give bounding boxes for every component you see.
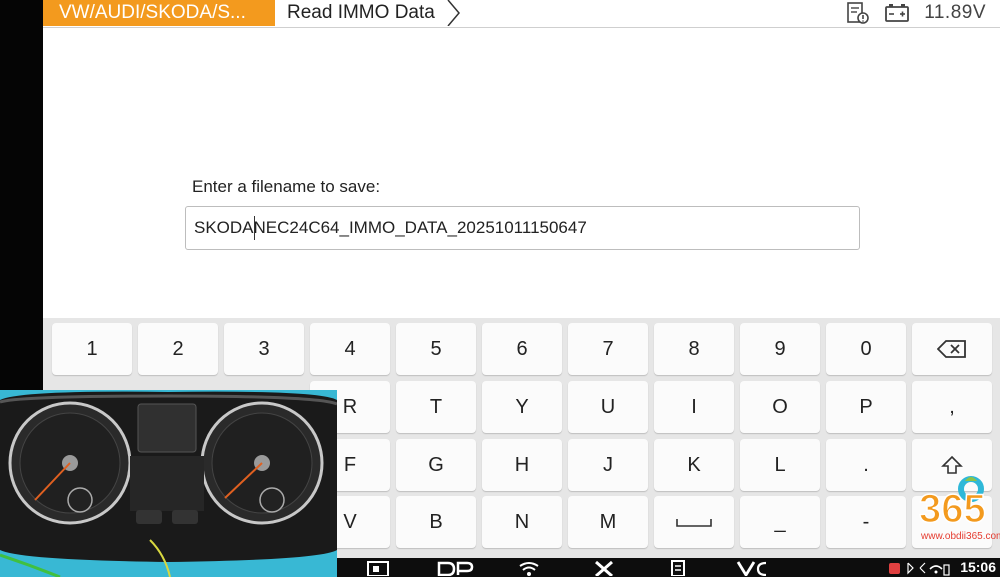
report-icon[interactable] (844, 1, 870, 25)
key-8[interactable]: 8 (654, 323, 734, 375)
key-U[interactable]: U (568, 381, 648, 433)
screen: VW/AUDI/SKODA/S... Read IMMO Data 11.89V… (0, 0, 1000, 577)
header-status: 11.89V (844, 0, 986, 26)
voltage-readout: 11.89V (924, 2, 986, 23)
key-3[interactable]: 3 (224, 323, 304, 375)
vci-icon[interactable] (736, 560, 770, 576)
breadcrumb-1-arrow (262, 0, 272, 26)
key-1[interactable]: 1 (52, 323, 132, 375)
key-comma[interactable]: , (912, 381, 992, 433)
space-icon (676, 519, 712, 527)
key-I[interactable]: I (654, 381, 734, 433)
key-L[interactable]: L (740, 439, 820, 491)
key-hyphen[interactable]: - (826, 496, 906, 548)
backspace-key[interactable] (912, 323, 992, 375)
watermark-logo-text: 365 (919, 487, 986, 531)
key-4[interactable]: 4 (310, 323, 390, 375)
battery-icon (885, 4, 910, 22)
text-cursor (254, 216, 255, 240)
dp-icon[interactable] (436, 560, 474, 576)
status-icons (889, 562, 950, 576)
filename-input[interactable] (185, 206, 860, 250)
key-0[interactable]: 0 (826, 323, 906, 375)
filename-label: Enter a filename to save: (192, 177, 381, 196)
key-K[interactable]: K (654, 439, 734, 491)
key-6[interactable]: 6 (482, 323, 562, 375)
backspace-icon (937, 340, 966, 358)
status-clock: 15:06 (960, 559, 996, 575)
key-Y[interactable]: Y (482, 381, 562, 433)
key-period[interactable]: . (826, 439, 906, 491)
tools-icon[interactable] (591, 560, 617, 576)
key-G[interactable]: G (396, 439, 476, 491)
camera-overlay-instrument-cluster (0, 390, 337, 577)
key-N[interactable]: N (482, 496, 562, 548)
key-P[interactable]: P (826, 381, 906, 433)
key-9[interactable]: 9 (740, 323, 820, 375)
key-H[interactable]: H (482, 439, 562, 491)
key-J[interactable]: J (568, 439, 648, 491)
key-5[interactable]: 5 (396, 323, 476, 375)
document-icon[interactable] (668, 560, 688, 576)
key-underscore[interactable]: _ (740, 496, 820, 548)
screenshot-icon[interactable] (365, 560, 391, 576)
key-B[interactable]: B (396, 496, 476, 548)
space-key[interactable] (654, 496, 734, 548)
breadcrumb-2-arrow (447, 0, 460, 26)
key-2[interactable]: 2 (138, 323, 218, 375)
top-header: VW/AUDI/SKODA/S... Read IMMO Data 11.89V (43, 0, 1000, 28)
key-M[interactable]: M (568, 496, 648, 548)
breadcrumb-read-immo-data: Read IMMO Data (287, 2, 435, 23)
key-7[interactable]: 7 (568, 323, 648, 375)
breadcrumb-vw-audi-skoda[interactable]: VW/AUDI/SKODA/S... (43, 0, 275, 26)
wifi-signal-icon[interactable] (516, 560, 542, 576)
key-T[interactable]: T (396, 381, 476, 433)
watermark-url: www.obdii365.com (921, 531, 1000, 542)
key-O[interactable]: O (740, 381, 820, 433)
